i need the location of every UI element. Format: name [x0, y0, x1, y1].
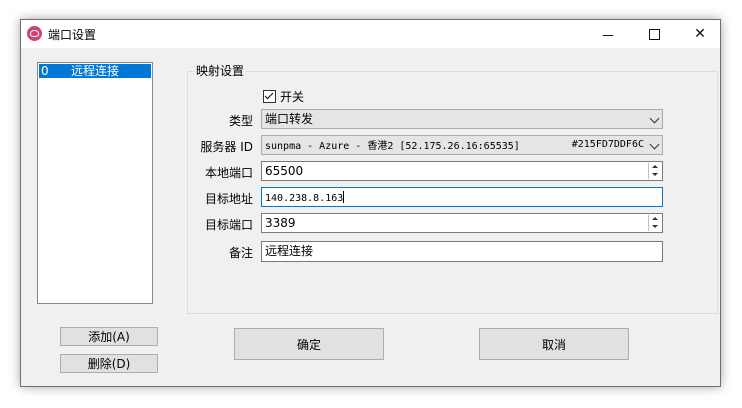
maximize-button[interactable] — [631, 20, 677, 48]
note-value: 远程连接 — [265, 244, 314, 258]
note-label: 备注 — [228, 246, 253, 260]
close-button[interactable]: ✕ — [677, 20, 723, 48]
chevron-down-icon — [649, 113, 660, 124]
target-port-label: 目标端口 — [204, 218, 253, 232]
spin-down-icon[interactable] — [649, 223, 661, 231]
window-title: 端口设置 — [48, 28, 97, 42]
local-port-spinner[interactable]: 65500 — [261, 161, 663, 181]
target-address-input[interactable]: 140.238.8.163 — [261, 187, 663, 207]
spin-down-icon[interactable] — [649, 171, 661, 179]
list-item-index: 0 — [41, 64, 49, 78]
mapping-list[interactable]: 0 远程连接 — [37, 62, 153, 304]
target-address-label: 目标地址 — [204, 192, 253, 206]
port-settings-window: 端口设置 ✕ 0 远程连接 添加(A) 删除(D) 映射设置 开关 类型 端口转… — [20, 19, 721, 387]
server-select[interactable]: sunpma - Azure - 香港2 [52.175.26.16:65535… — [261, 135, 663, 155]
list-item[interactable]: 0 远程连接 — [39, 64, 151, 78]
type-select[interactable]: 端口转发 — [261, 109, 663, 129]
target-port-spin-buttons[interactable] — [648, 215, 661, 231]
maximize-icon — [648, 28, 660, 40]
note-input[interactable]: 远程连接 — [261, 241, 663, 262]
spin-up-icon[interactable] — [649, 215, 661, 223]
title-bar[interactable]: 端口设置 ✕ — [21, 20, 720, 48]
local-port-value: 65500 — [265, 164, 304, 178]
target-address-value: 140.238.8.163 — [265, 193, 344, 204]
enable-checkbox-label: 开关 — [280, 90, 305, 104]
local-port-label: 本地端口 — [204, 166, 253, 180]
cancel-button[interactable]: 取消 — [479, 328, 629, 360]
dialog-body: 0 远程连接 添加(A) 删除(D) 映射设置 开关 类型 端口转发 服务器 I… — [21, 48, 720, 388]
type-select-value: 端口转发 — [265, 112, 314, 126]
target-port-spinner[interactable]: 3389 — [261, 213, 663, 233]
server-id-code: #215FD7DDF6C — [571, 139, 644, 150]
enable-checkbox[interactable]: 开关 — [263, 88, 304, 105]
local-port-spin-buttons[interactable] — [648, 163, 661, 179]
server-id-label: 服务器 ID — [200, 140, 253, 154]
close-icon: ✕ — [694, 26, 706, 42]
app-icon — [27, 26, 42, 41]
spin-up-icon[interactable] — [649, 163, 661, 171]
minimize-icon — [603, 34, 613, 36]
type-label: 类型 — [228, 114, 253, 128]
ok-button[interactable]: 确定 — [234, 328, 384, 360]
list-item-name: 远程连接 — [71, 64, 120, 78]
add-button[interactable]: 添加(A) — [60, 327, 158, 346]
server-select-value: sunpma - Azure - 香港2 [52.175.26.16:65535… — [265, 141, 520, 152]
minimize-button[interactable] — [585, 20, 631, 48]
target-port-value: 3389 — [265, 216, 296, 230]
group-title: 映射设置 — [194, 62, 247, 79]
text-caret — [343, 191, 345, 203]
delete-button[interactable]: 删除(D) — [60, 354, 158, 373]
checkbox-checked-icon — [263, 90, 276, 103]
chevron-down-icon — [649, 139, 660, 150]
